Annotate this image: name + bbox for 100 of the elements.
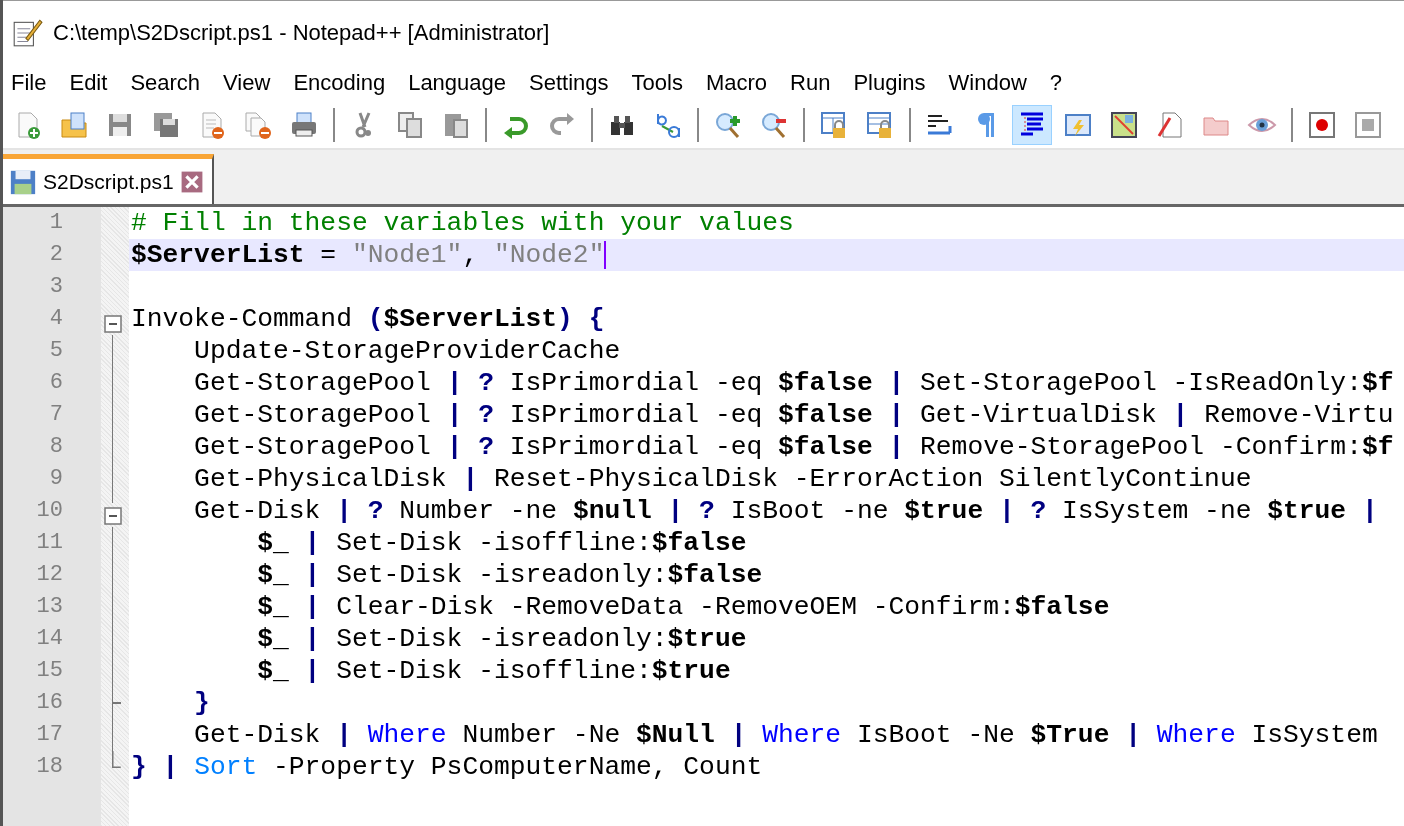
code-token: } — [193, 688, 210, 718]
code-token: $false — [667, 560, 763, 590]
code-token: Get-VirtualDisk — [920, 400, 1158, 430]
code-token: Remove-StoragePool -Confirm: — [920, 432, 1362, 462]
code-token: $ServerList — [131, 240, 305, 270]
line-number: 17 — [35, 721, 64, 749]
code-token: -Property PsComputerName, Count — [273, 752, 763, 782]
open-folder-icon — [59, 110, 89, 140]
menu-item[interactable]: Search — [122, 68, 213, 98]
code-token: Where — [762, 720, 843, 750]
menu-item[interactable]: ? — [1041, 68, 1075, 98]
menu-item[interactable]: Window — [940, 68, 1039, 98]
code-token: Set-Disk -isreadonly: — [336, 560, 668, 590]
code-token: | — [887, 400, 906, 430]
code-token: , — [462, 240, 480, 270]
pen-document-icon — [1155, 110, 1185, 140]
code-token: $Null — [636, 720, 715, 750]
code-token: | — [303, 560, 322, 590]
code-token: $true — [1267, 496, 1347, 526]
menu-item[interactable]: File — [3, 68, 59, 98]
code-token: Get-StoragePool — [193, 432, 432, 462]
line-number: 11 — [35, 529, 64, 557]
file-tab[interactable]: S2Dscript.ps1 — [3, 154, 214, 204]
code-token: | — [1360, 496, 1378, 526]
fold-toggle[interactable] — [104, 506, 122, 525]
line-number: 10 — [35, 497, 64, 525]
code-token: $false — [778, 400, 873, 430]
code-token: $f — [1361, 368, 1394, 398]
code-token: Set-Disk -isoffline: — [336, 528, 652, 558]
line-number: 3 — [48, 273, 64, 301]
window-title: C:\temp\S2Dscript.ps1 - Notepad++ [Administrator] — [53, 19, 550, 47]
code-token: Update-StorageProviderCache — [193, 336, 621, 366]
line-number: 8 — [48, 433, 64, 461]
close-files-icon — [243, 110, 273, 140]
code-token: | — [303, 656, 322, 686]
code-token: Set-StoragePool -IsReadOnly: — [920, 368, 1362, 398]
code-token: Set-Disk -isreadonly: — [336, 624, 668, 654]
code-token: | ? — [446, 432, 495, 462]
code-token: Get-StoragePool — [193, 368, 432, 398]
code-token: ( — [367, 304, 384, 334]
code-token: $True — [1030, 720, 1110, 750]
code-token: | — [1172, 400, 1190, 430]
code-token: IsPrimordial -eq — [509, 368, 764, 398]
code-token: | — [303, 592, 322, 622]
code-token: | ? — [336, 496, 385, 526]
menu-item[interactable]: Tools — [623, 68, 695, 98]
code-token: Invoke-Command — [131, 304, 353, 334]
code-token: $_ — [256, 528, 289, 558]
code-token: $false — [651, 528, 747, 558]
line-number: 12 — [35, 561, 64, 589]
line-number: 6 — [48, 369, 64, 397]
printer-icon — [289, 110, 319, 140]
code-token: Get-Disk — [193, 496, 322, 526]
code-token: | ? — [446, 368, 495, 398]
close-icon[interactable] — [179, 169, 204, 194]
map-icon — [1109, 110, 1139, 140]
menu-item[interactable]: Encoding — [285, 68, 398, 98]
line-number: 16 — [35, 689, 64, 717]
code-token: IsSystem -ne — [1062, 496, 1253, 526]
code-token: $_ — [256, 624, 289, 654]
code-token: IsSystem — [1251, 720, 1378, 750]
menu-item[interactable]: Edit — [61, 68, 120, 98]
line-number: 1 — [48, 209, 64, 237]
fold-toggle[interactable] — [104, 314, 122, 333]
code-token: | — [887, 368, 906, 398]
line-number: 15 — [35, 657, 64, 685]
code-token: Get-StoragePool — [193, 400, 432, 430]
code-token: | — [887, 432, 906, 462]
code-token: Get-PhysicalDisk — [193, 464, 448, 494]
code-token: | — [1124, 720, 1142, 750]
menu-item[interactable]: Plugins — [845, 68, 938, 98]
line-number: 5 — [48, 337, 64, 365]
menu-item[interactable]: Macro — [697, 68, 779, 98]
code-token: IsBoot -Ne — [856, 720, 1016, 750]
code-token: $false — [778, 432, 873, 462]
menu-item[interactable]: Run — [782, 68, 843, 98]
toolbar-button[interactable] — [1012, 105, 1052, 145]
line-number: 7 — [48, 401, 64, 429]
stop-icon — [1353, 110, 1383, 140]
code-token: $true — [904, 496, 984, 526]
line-number: 4 — [48, 305, 64, 333]
line-number: 2 — [48, 241, 64, 269]
code-token: $true — [667, 624, 747, 654]
menu-item[interactable]: Language — [400, 68, 519, 98]
code-token: | — [336, 720, 353, 750]
code-token: IsPrimordial -eq — [509, 400, 764, 430]
code-token: $_ — [256, 592, 289, 622]
text-caret — [604, 241, 607, 270]
menu-item[interactable]: Settings — [521, 68, 621, 98]
code-token: Where — [1156, 720, 1237, 750]
code-token: $_ — [256, 656, 289, 686]
floppy-disks-icon — [151, 110, 181, 140]
tab-label: S2Dscript.ps1 — [43, 168, 174, 195]
code-token: $false — [778, 368, 873, 398]
code-token: Where — [367, 720, 448, 750]
code-token: Clear-Disk -RemoveData -RemoveOEM -Confirm: — [336, 592, 1015, 622]
line-number: 18 — [35, 753, 64, 781]
menu-item[interactable]: View — [215, 68, 283, 98]
code-token: $true — [651, 656, 731, 686]
code-token: "Node2" — [493, 240, 605, 270]
